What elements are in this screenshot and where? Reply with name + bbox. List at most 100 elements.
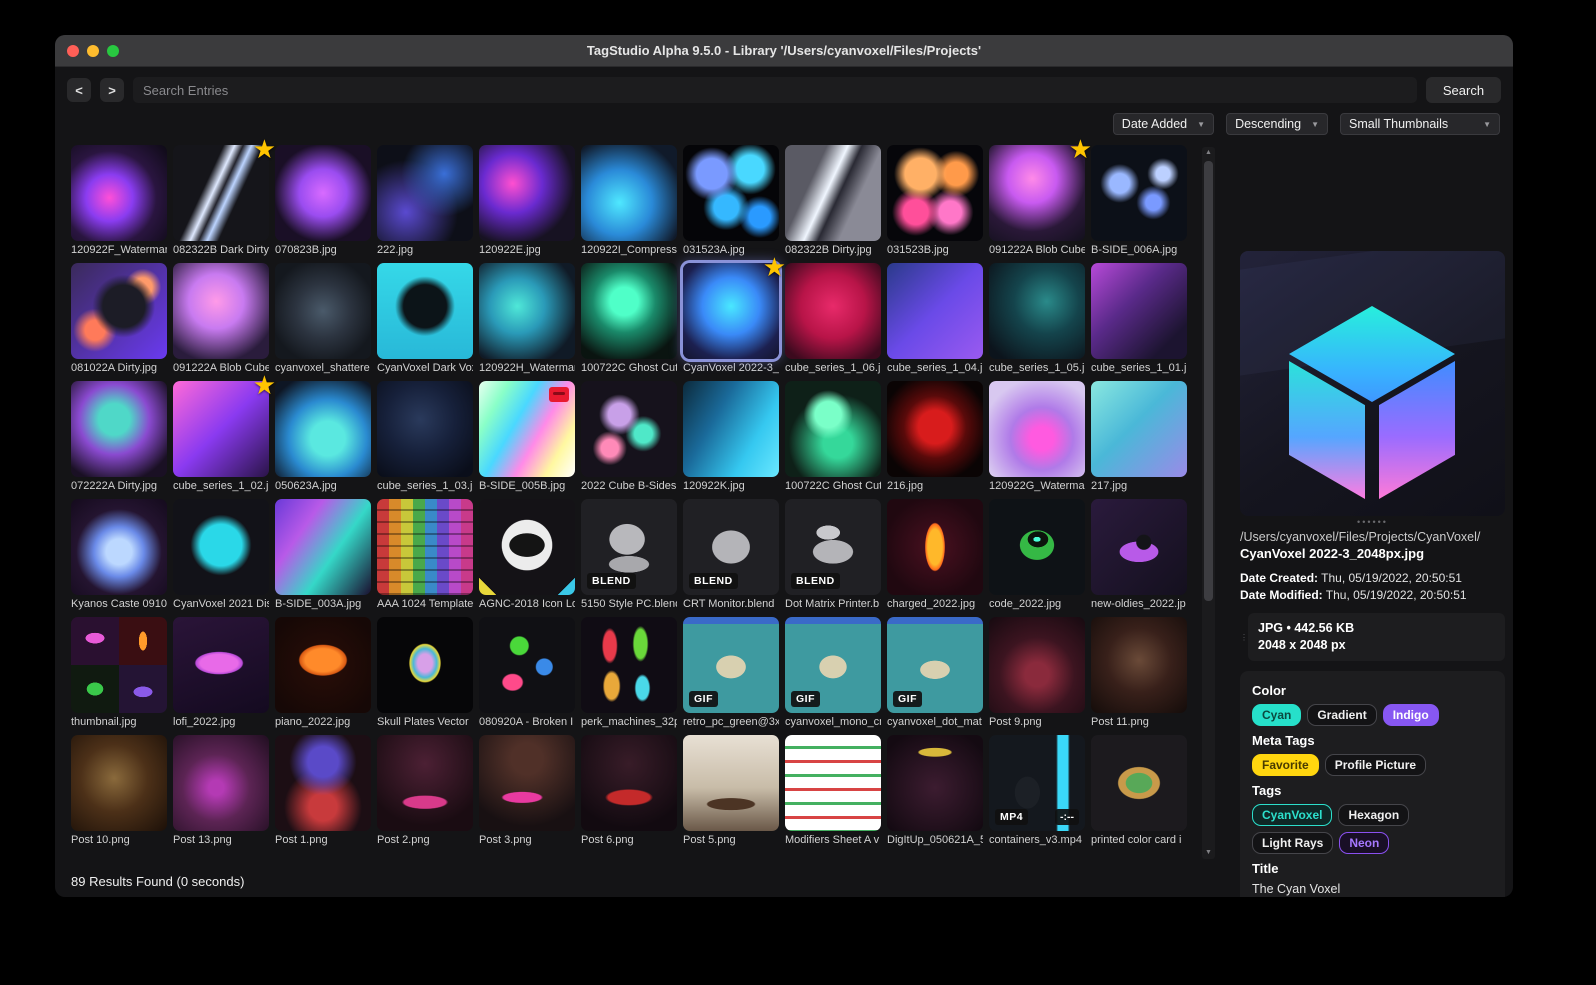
panel-resize-handle[interactable]: •••••• — [1240, 518, 1505, 528]
grid-item[interactable]: 050623A.jpg — [275, 381, 371, 493]
thumbnail-image[interactable] — [1091, 735, 1187, 831]
tag-chip[interactable]: Indigo — [1382, 704, 1439, 726]
grid-item[interactable]: Post 6.png — [581, 735, 677, 847]
grid-item[interactable]: B-SIDE_003A.jpg — [275, 499, 371, 611]
tag-chip[interactable]: Gradient — [1307, 704, 1377, 726]
grid-item[interactable]: DigItUp_050621A_5 — [887, 735, 983, 847]
scroll-up-icon[interactable]: ▲ — [1205, 147, 1212, 159]
search-button[interactable]: Search — [1426, 77, 1501, 103]
grid-item[interactable]: GIF cyanvoxel_dot_mat — [887, 617, 983, 729]
grid-item[interactable]: code_2022.jpg — [989, 499, 1085, 611]
thumbnail-image[interactable] — [479, 263, 575, 359]
thumbnail-image[interactable] — [173, 617, 269, 713]
thumbnail-image[interactable] — [887, 735, 983, 831]
grid-item[interactable]: 031523A.jpg — [683, 145, 779, 257]
grid-item[interactable]: BLEND Dot Matrix Printer.b — [785, 499, 881, 611]
thumbnail-image[interactable] — [581, 263, 677, 359]
thumbnail-image[interactable] — [275, 735, 371, 831]
thumbnail-image[interactable] — [479, 145, 575, 241]
grid-item[interactable]: lofi_2022.jpg — [173, 617, 269, 729]
close-window-button[interactable] — [67, 44, 79, 57]
thumbnail-image[interactable] — [785, 381, 881, 477]
zoom-window-button[interactable] — [107, 44, 119, 57]
thumbnail-image[interactable] — [275, 499, 371, 595]
grid-item[interactable]: 080920A - Broken I — [479, 617, 575, 729]
tag-chip[interactable]: Neon — [1339, 832, 1390, 854]
thumbnail-image[interactable] — [377, 381, 473, 477]
thumbnail-image[interactable] — [581, 145, 677, 241]
tag-chip[interactable]: Cyan — [1252, 704, 1302, 726]
thumbnail-image[interactable] — [377, 263, 473, 359]
thumbnail-image[interactable] — [173, 263, 269, 359]
grid-item[interactable]: cube_series_1_04.j — [887, 263, 983, 375]
grid-item[interactable]: MP4 -:-- containers_v3.mp4 — [989, 735, 1085, 847]
thumbnail-image[interactable] — [71, 381, 167, 477]
grid-item[interactable]: Modifiers Sheet A v — [785, 735, 881, 847]
thumbnail-image[interactable] — [275, 145, 371, 241]
grid-item[interactable]: Post 1.png — [275, 735, 371, 847]
thumbnail-image[interactable] — [581, 735, 677, 831]
grid-item[interactable]: 070823B.jpg — [275, 145, 371, 257]
grid-scrollbar[interactable]: ▲ ▼ — [1202, 147, 1215, 859]
thumbnail-image[interactable] — [887, 263, 983, 359]
thumbnail-image[interactable] — [785, 145, 881, 241]
thumbnail-image[interactable] — [1091, 145, 1187, 241]
thumbnail-image[interactable] — [275, 381, 371, 477]
grid-item[interactable]: 100722C Ghost Cut — [785, 381, 881, 493]
thumbnail-size-dropdown[interactable]: Small Thumbnails ▼ — [1340, 113, 1500, 135]
grid-item[interactable]: Post 10.png — [71, 735, 167, 847]
sort-by-dropdown[interactable]: Date Added ▼ — [1112, 113, 1215, 135]
grid-item[interactable]: Post 13.png — [173, 735, 269, 847]
thumbnail-image[interactable] — [1091, 263, 1187, 359]
thumbnail-image[interactable] — [989, 381, 1085, 477]
preview-image[interactable] — [1240, 251, 1505, 516]
grid-item[interactable]: Post 5.png — [683, 735, 779, 847]
thumbnail-image[interactable] — [173, 499, 269, 595]
grid-item[interactable]: AGNC-2018 Icon Lo — [479, 499, 575, 611]
thumbnail-image[interactable]: GIF — [887, 617, 983, 713]
thumbnail-image[interactable] — [887, 381, 983, 477]
grid-item[interactable]: 120922F_Watermark — [71, 145, 167, 257]
thumbnail-image[interactable] — [785, 735, 881, 831]
grid-item[interactable]: piano_2022.jpg — [275, 617, 371, 729]
tag-chip[interactable]: Profile Picture — [1324, 754, 1427, 776]
scrollbar-thumb[interactable] — [1204, 161, 1213, 601]
grid-item[interactable]: new-oldies_2022.jp — [1091, 499, 1187, 611]
grid-item[interactable]: GIF retro_pc_green@3x — [683, 617, 779, 729]
grid-item[interactable]: perk_machines_32p — [581, 617, 677, 729]
grid-item[interactable]: ★ 082322B Dark Dirty — [173, 136, 276, 257]
thumbnail-image[interactable] — [989, 617, 1085, 713]
thumbnail-image[interactable] — [989, 263, 1085, 359]
grid-item[interactable]: 216.jpg — [887, 381, 983, 493]
grid-item[interactable]: 081022A Dirty.jpg — [71, 263, 167, 375]
thumbnail-image[interactable]: BLEND — [581, 499, 677, 595]
grid-item[interactable]: GIF cyanvoxel_mono_cr — [785, 617, 881, 729]
thumbnail-image[interactable]: MP4 -:-- — [989, 735, 1085, 831]
thumbnail-image[interactable]: ★ — [989, 136, 1092, 241]
grid-item[interactable]: AAA 1024 Template — [377, 499, 473, 611]
sort-direction-dropdown[interactable]: Descending ▼ — [1226, 113, 1328, 135]
grid-item[interactable]: cyanvoxel_shattere — [275, 263, 371, 375]
back-button[interactable]: < — [67, 78, 91, 102]
scroll-down-icon[interactable]: ▼ — [1205, 847, 1212, 859]
grid-item[interactable]: printed color card i — [1091, 735, 1187, 847]
thumbnail-image[interactable] — [71, 499, 167, 595]
grid-item[interactable]: charged_2022.jpg — [887, 499, 983, 611]
grid-item[interactable]: Post 9.png — [989, 617, 1085, 729]
grid-item[interactable]: cube_series_1_01.jp — [1091, 263, 1187, 375]
minimize-window-button[interactable] — [87, 44, 99, 57]
grid-item[interactable]: 120922H_Watermar — [479, 263, 575, 375]
grid-item[interactable]: CyanVoxel 2021 Dis — [173, 499, 269, 611]
thumbnail-image[interactable] — [1091, 499, 1187, 595]
thumbnail-image[interactable]: BLEND — [785, 499, 881, 595]
grid-item[interactable]: cube_series_1_05.j — [989, 263, 1085, 375]
thumbnail-image[interactable] — [275, 617, 371, 713]
thumbnail-image[interactable] — [581, 617, 677, 713]
grid-item[interactable]: B-SIDE_006A.jpg — [1091, 145, 1187, 257]
tag-chip[interactable]: Hexagon — [1338, 804, 1410, 826]
grid-item[interactable]: 222.jpg — [377, 145, 473, 257]
thumbnail-image[interactable]: GIF — [785, 617, 881, 713]
tag-chip[interactable]: Light Rays — [1252, 832, 1334, 854]
grid-item[interactable]: 031523B.jpg — [887, 145, 983, 257]
thumbnail-image[interactable] — [1091, 617, 1187, 713]
